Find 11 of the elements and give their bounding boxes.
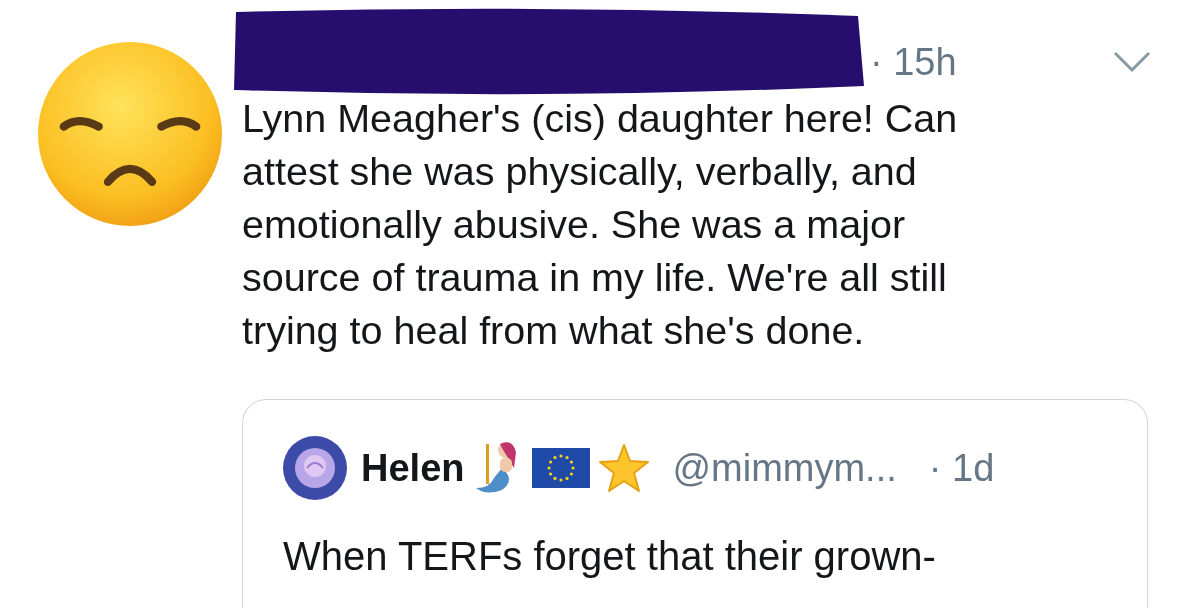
star-icon — [598, 443, 651, 493]
quoted-time: · 1d — [928, 446, 995, 490]
quoted-text: When TERFs forget that their grown- — [283, 534, 937, 579]
chevron-down-icon[interactable] — [1112, 50, 1152, 74]
quoted-author-name: Helen — [361, 446, 465, 490]
sad-face-icon — [38, 42, 222, 226]
tweet-text: Lynn Meagher's (cis) daughter here! Can attest she was physically, verbally, and emotionally abusive. She was a major source of trauma in my life. We're all still trying to heal from what she's done. — [242, 95, 959, 354]
eu-flag-icon — [532, 448, 591, 488]
quoted-handle: @mimmym... — [672, 446, 897, 490]
tweet-time: · 15h — [870, 40, 957, 84]
quoted-tweet-card[interactable]: Helen @mimmym... · 1d When TERFs forget that their grown- — [242, 399, 1148, 608]
